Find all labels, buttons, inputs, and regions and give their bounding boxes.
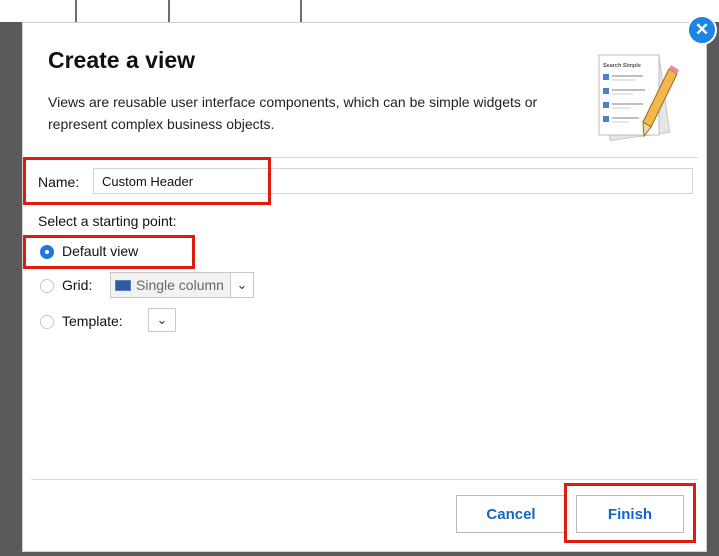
highlight-name-field [23, 157, 271, 205]
chevron-down-icon: ⌄ [156, 312, 168, 327]
template-select[interactable]: ⌄ [148, 308, 176, 332]
grid-label[interactable]: Grid: [62, 277, 92, 293]
template-label[interactable]: Template: [62, 313, 123, 329]
background-divider [75, 0, 77, 22]
single-column-icon [115, 279, 131, 291]
template-radio[interactable] [40, 315, 54, 329]
close-button[interactable]: ✕ [687, 15, 717, 45]
header-image-caption: Search Simple [603, 63, 641, 69]
checklist-pencil-icon: Search Simple [598, 54, 679, 142]
close-icon: ✕ [694, 20, 710, 39]
starting-point-label: Select a starting point: [38, 213, 177, 229]
grid-radio[interactable] [40, 279, 54, 293]
highlight-default-view [23, 235, 195, 269]
footer-divider [31, 479, 698, 480]
background-divider [300, 0, 302, 22]
highlight-finish-button [564, 483, 696, 543]
background-app-strip [0, 0, 719, 22]
dialog-title: Create a view [48, 47, 196, 73]
create-view-dialog: Create a view Views are reusable user in… [22, 22, 707, 552]
chevron-down-icon[interactable]: ⌄ [229, 273, 253, 297]
cancel-button[interactable]: Cancel [456, 495, 566, 533]
grid-layout-select[interactable]: Single column ⌄ [110, 272, 254, 298]
background-divider [168, 0, 170, 22]
grid-layout-value: Single column [136, 277, 224, 293]
dialog-description: Views are reusable user interface compon… [48, 94, 538, 132]
